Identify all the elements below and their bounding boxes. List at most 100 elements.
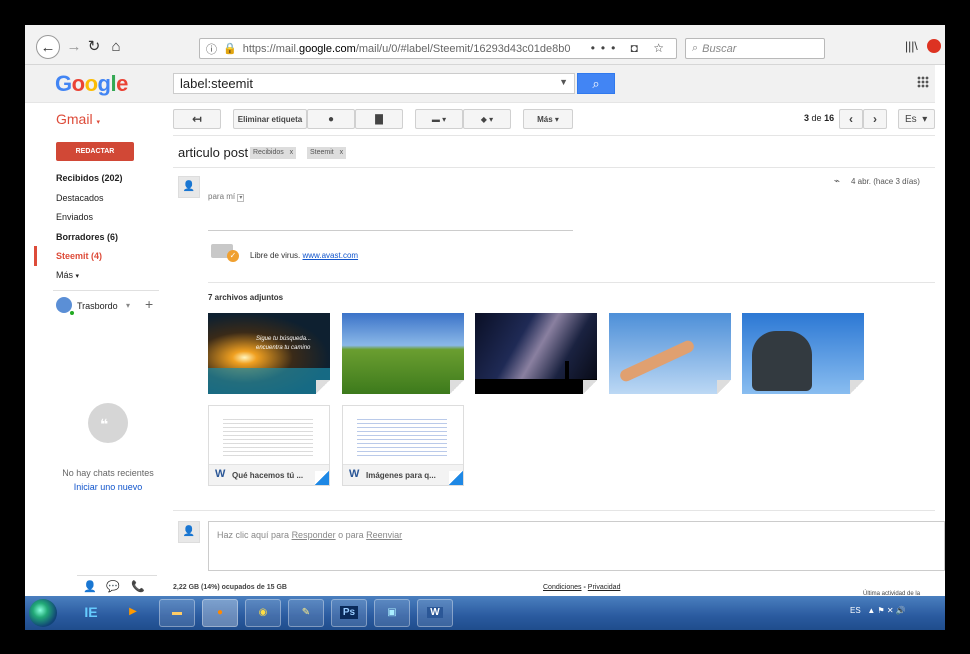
taskbar-photoshop[interactable]: Ps: [331, 599, 367, 627]
system-tray[interactable]: ES ▲ ⚑ ✕ 🔊: [850, 606, 906, 615]
url-path: /mail/u/0/#label/Steemit/16293d43c01de8b…: [355, 42, 571, 55]
attachment-image-thinker[interactable]: [742, 313, 864, 394]
tag-steemit[interactable]: Steemit x: [307, 147, 347, 159]
tag-icon: ◆ ▾: [480, 114, 494, 124]
reload-button[interactable]: ↻: [83, 35, 105, 57]
nav-drafts[interactable]: Borradores (6): [56, 232, 118, 242]
attachment-image-hand[interactable]: [609, 313, 731, 394]
virus-free-note: Libre de virus. www.avast.com: [250, 251, 359, 260]
attachment-doc-2[interactable]: W Imágenes para q...: [342, 405, 464, 486]
fold-corner: [450, 380, 464, 394]
privacy-link[interactable]: Privacidad: [588, 584, 621, 591]
taskbar-photos[interactable]: ▣: [374, 599, 410, 627]
footer-links: Condiciones - Privacidad: [543, 584, 621, 591]
more-button[interactable]: Más ▾: [523, 109, 573, 129]
older-button[interactable]: ›: [863, 109, 887, 129]
back-button[interactable]: ←: [36, 35, 60, 59]
folder-icon: ▬ ▾: [431, 114, 447, 124]
caret-down-icon[interactable]: ▾: [126, 301, 130, 310]
arrow-right-icon: →: [66, 37, 82, 55]
start-button[interactable]: [29, 599, 57, 627]
chevron-left-icon: ‹: [849, 112, 853, 126]
doc-preview: [357, 416, 447, 456]
chevron-right-icon: ›: [873, 112, 877, 126]
alert-icon: ●: [327, 113, 335, 125]
language-indicator: ES: [850, 606, 861, 615]
apps-grid-icon[interactable]: [917, 76, 929, 88]
phone-icon[interactable]: 📞: [131, 580, 145, 593]
taskbar-paint[interactable]: ✎: [288, 599, 324, 627]
start-new-chat-link[interactable]: Iniciar uno nuevo: [25, 482, 191, 492]
nav-steemit[interactable]: Steemit (4): [56, 251, 102, 261]
signature-divider: [208, 230, 573, 231]
sender-avatar: 👤: [178, 176, 200, 198]
plus-icon[interactable]: +: [145, 296, 153, 312]
report-spam-button[interactable]: ●: [307, 109, 355, 129]
person-icon[interactable]: 👤: [83, 580, 97, 593]
paperclip-icon: ⌁: [834, 176, 841, 187]
info-icon[interactable]: ⓘ: [206, 41, 217, 57]
home-button[interactable]: ⌂: [105, 35, 127, 57]
online-status-icon: [69, 310, 75, 316]
caret-down-icon: ▾: [75, 273, 80, 280]
attachment-image-field[interactable]: [342, 313, 464, 394]
screen: ← → ↻ ⌂ ⓘ 🔒 https://mail. google.com/mail…: [25, 25, 945, 630]
reply-box[interactable]: Haz clic aquí para Responder o para Reen…: [208, 521, 945, 571]
taskbar-ie[interactable]: IE: [73, 599, 109, 627]
nav-sent[interactable]: Enviados: [56, 212, 93, 222]
url-bar[interactable]: ⓘ 🔒 https://mail. google.com/mail/u/0/#la…: [199, 38, 677, 59]
terms-link[interactable]: Condiciones: [543, 584, 582, 591]
search-button[interactable]: ⌕: [577, 73, 615, 94]
reload-icon: ↻: [87, 38, 101, 55]
chat-user-name[interactable]: Trasbordo: [77, 301, 118, 311]
recipient-line[interactable]: para mí ▾: [208, 192, 245, 202]
forward-link[interactable]: Reenviar: [366, 530, 402, 540]
taskbar-chrome[interactable]: ◉: [245, 599, 281, 627]
attachment-doc-1[interactable]: W Qué hacemos tú ...: [208, 405, 330, 486]
newer-button[interactable]: ‹: [839, 109, 863, 129]
input-tools-button[interactable]: Es ▾: [898, 109, 935, 129]
taskbar-media-player[interactable]: ▶: [115, 599, 151, 627]
divider: [173, 167, 935, 168]
library-icon[interactable]: |||\: [905, 39, 918, 53]
delete-button[interactable]: ▇: [355, 109, 403, 129]
taskbar-word[interactable]: W: [417, 599, 453, 627]
fold-corner: [717, 380, 731, 394]
browser-search-input[interactable]: ⌕ Buscar: [685, 38, 825, 59]
word-icon: W: [215, 468, 226, 480]
back-to-list-button[interactable]: ↤: [173, 109, 221, 129]
fold-corner: [583, 380, 597, 394]
nav-more[interactable]: Más ▾: [56, 270, 79, 280]
my-avatar: 👤: [178, 521, 200, 543]
divider: [208, 282, 935, 283]
search-icon: ⌕: [692, 42, 699, 54]
mail-search-input[interactable]: label:steemit ▼: [173, 73, 575, 94]
remove-label-button[interactable]: Eliminar etiqueta: [233, 109, 307, 129]
google-logo[interactable]: Google: [55, 71, 128, 97]
doc-corner: [315, 471, 329, 485]
gmail-menu[interactable]: Gmail ▾: [56, 111, 100, 127]
extension-icon[interactable]: [927, 39, 941, 53]
doc-corner: [449, 471, 463, 485]
attachment-image-milkyway[interactable]: [475, 313, 597, 394]
avast-link[interactable]: www.avast.com: [302, 251, 358, 260]
page-actions-icons[interactable]: ••• ◘ ☆: [591, 41, 670, 55]
tag-inbox[interactable]: Recibidos x: [250, 147, 297, 159]
nav-inbox[interactable]: Recibidos (202): [56, 173, 123, 183]
taskbar-explorer[interactable]: ▬: [159, 599, 195, 627]
forward-button[interactable]: →: [63, 35, 85, 57]
nav-starred[interactable]: Destacados: [56, 193, 104, 203]
reply-link[interactable]: Responder: [292, 530, 336, 540]
move-to-button[interactable]: ▬ ▾: [415, 109, 463, 129]
compose-button[interactable]: REDACTAR: [56, 142, 134, 161]
caret-down-icon[interactable]: ▼: [559, 77, 568, 87]
search-placeholder: Buscar: [702, 42, 737, 55]
taskbar: IE ▶ ▬ ● ◉ ✎ Ps ▣ W ES ▲ ⚑ ✕ 🔊: [25, 596, 945, 630]
doc-name: Imágenes para q...: [366, 471, 436, 480]
hangouts-small-icon[interactable]: 💬: [106, 580, 120, 593]
url-domain: google.com: [298, 42, 356, 55]
divider: [173, 510, 935, 511]
attachment-image-cave[interactable]: Sigue tu búsqueda... encuentra tu camino: [208, 313, 330, 394]
labels-button[interactable]: ◆ ▾: [463, 109, 511, 129]
taskbar-firefox[interactable]: ●: [202, 599, 238, 627]
